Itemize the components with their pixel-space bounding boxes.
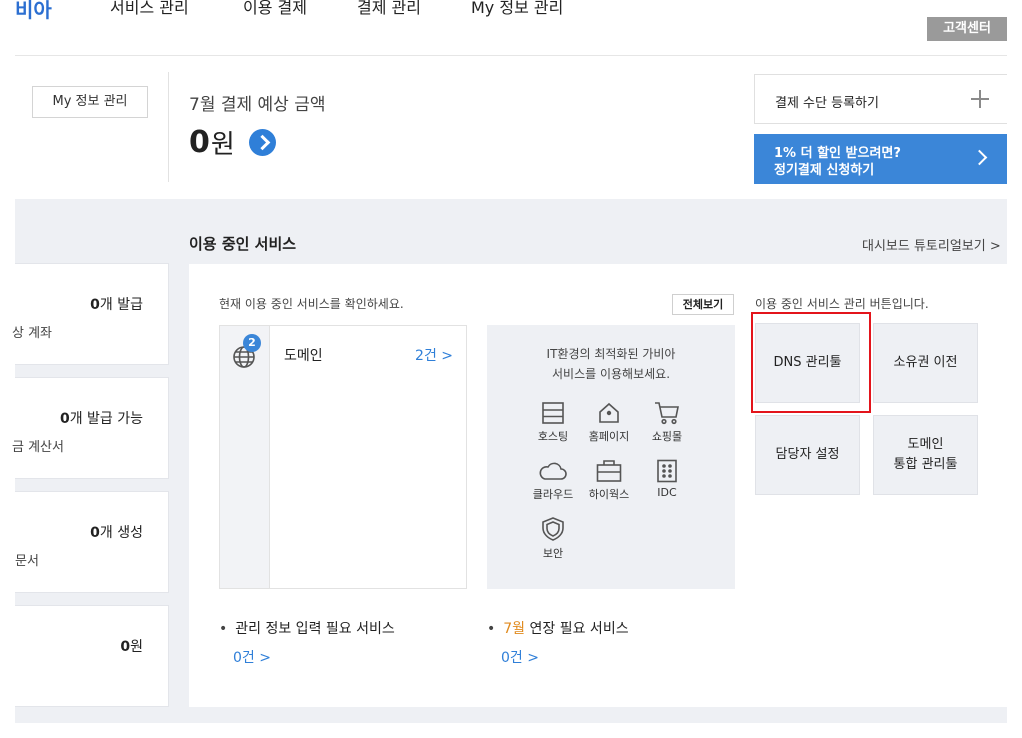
my-info-button[interactable]: My 정보 관리 [32,86,148,118]
register-payment-label: 결제 수단 등록하기 [775,96,879,111]
view-all-button[interactable]: 전체보기 [672,294,734,315]
amount-value: 0 [189,125,210,160]
nav-item-billing[interactable]: 결제 관리 [357,0,421,18]
left-card-document[interactable]: 0개 생성 문서 [15,491,169,593]
divider [168,72,169,182]
left-card-value: 0개 생성 [90,525,143,541]
service-shopping[interactable]: 쇼핑몰 [637,401,697,444]
manage-services-text: 이용 중인 서비스 관리 버튼입니다. [755,297,929,311]
left-card-balance[interactable]: 0원 [15,605,169,707]
ownership-transfer-button[interactable]: 소유권 이전 [873,323,978,403]
left-card-sub: 문서 [15,554,39,569]
left-card-sub: 금 계산서 [12,440,64,455]
domain-service-box[interactable]: 2 도메인 2건 > [219,325,467,589]
briefcase-icon [596,460,622,482]
nav-item-payment[interactable]: 이용 결제 [243,0,307,18]
left-card-value: 0개 발급 가능 [59,411,143,427]
expected-payment-amount: 0 원 [189,124,276,161]
service-hiworks[interactable]: 하이웍스 [579,459,639,502]
service-idc[interactable]: IDC [637,459,697,499]
needs-info-services: • 관리 정보 입력 필요 서비스 [219,621,395,637]
renewal-count-link[interactable]: 0건 > [501,647,539,667]
tutorial-link[interactable]: 대시보드 튜토리얼보기 > [862,235,1001,254]
nav-item-my-info[interactable]: My 정보 관리 [471,0,563,18]
current-services-text: 현재 이용 중인 서비스를 확인하세요. [219,297,404,311]
left-card-value: 0원 [120,639,143,655]
cart-icon [655,402,679,425]
left-card-tax-invoice[interactable]: 0개 발급 가능 금 계산서 [12,377,169,479]
left-card-account[interactable]: 0개 발급 상 계좌 [12,263,169,365]
contact-settings-button[interactable]: 담당자 설정 [755,415,860,495]
needs-info-count-link[interactable]: 0건 > [233,647,271,667]
building-icon [657,459,677,483]
domain-icon-column: 2 [220,326,270,588]
service-security[interactable]: 보안 [523,516,583,561]
expected-payment-label: 7월 결제 예상 금액 [189,95,326,115]
server-icon [542,402,564,424]
renewal-services: • 7월 연장 필요 서비스 [487,621,629,637]
service-hosting[interactable]: 호스팅 [523,401,583,444]
domain-integrated-tool-button[interactable]: 도메인 통합 관리툴 [873,415,978,495]
chevron-right-icon [971,149,988,166]
left-card-value: 0개 발급 [90,297,143,313]
customer-center-button[interactable]: 고객센터 [927,17,1007,41]
top-nav: 비아 서비스 관리 이용 결제 결제 관리 My 정보 관리 고객센터 [15,0,1007,56]
nav-item-service[interactable]: 서비스 관리 [110,0,189,18]
cloud-icon [539,462,567,480]
promo-line-2: 정기결제 신청하기 [774,163,875,178]
domain-label: 도메인 [284,348,323,364]
service-cloud[interactable]: 클라우드 [523,459,583,502]
payment-detail-arrow-icon[interactable] [248,129,276,156]
service-promo-box: IT환경의 최적화된 가비아 서비스를 이용해보세요. 호스팅 홈페이지 쇼핑몰… [487,325,735,589]
service-promo-text: IT환경의 최적화된 가비아 서비스를 이용해보세요. [546,347,676,381]
left-card-sub: 상 계좌 [12,326,53,341]
domain-count-badge: 2 [243,334,261,352]
services-title: 이용 중인 서비스 [189,235,297,253]
highlight-box [751,312,871,413]
shield-icon [542,517,564,541]
domain-count-link[interactable]: 2건 > [415,345,453,365]
amount-unit: 원 [210,130,235,160]
subscription-promo-button[interactable]: 1% 더 할인 받으려면? 정기결제 신청하기 [754,134,1007,184]
home-icon [599,402,619,423]
logo[interactable]: 비아 [15,0,52,23]
service-homepage[interactable]: 홈페이지 [579,401,639,444]
plus-icon [971,90,989,108]
register-payment-button[interactable]: 결제 수단 등록하기 [754,74,1007,124]
